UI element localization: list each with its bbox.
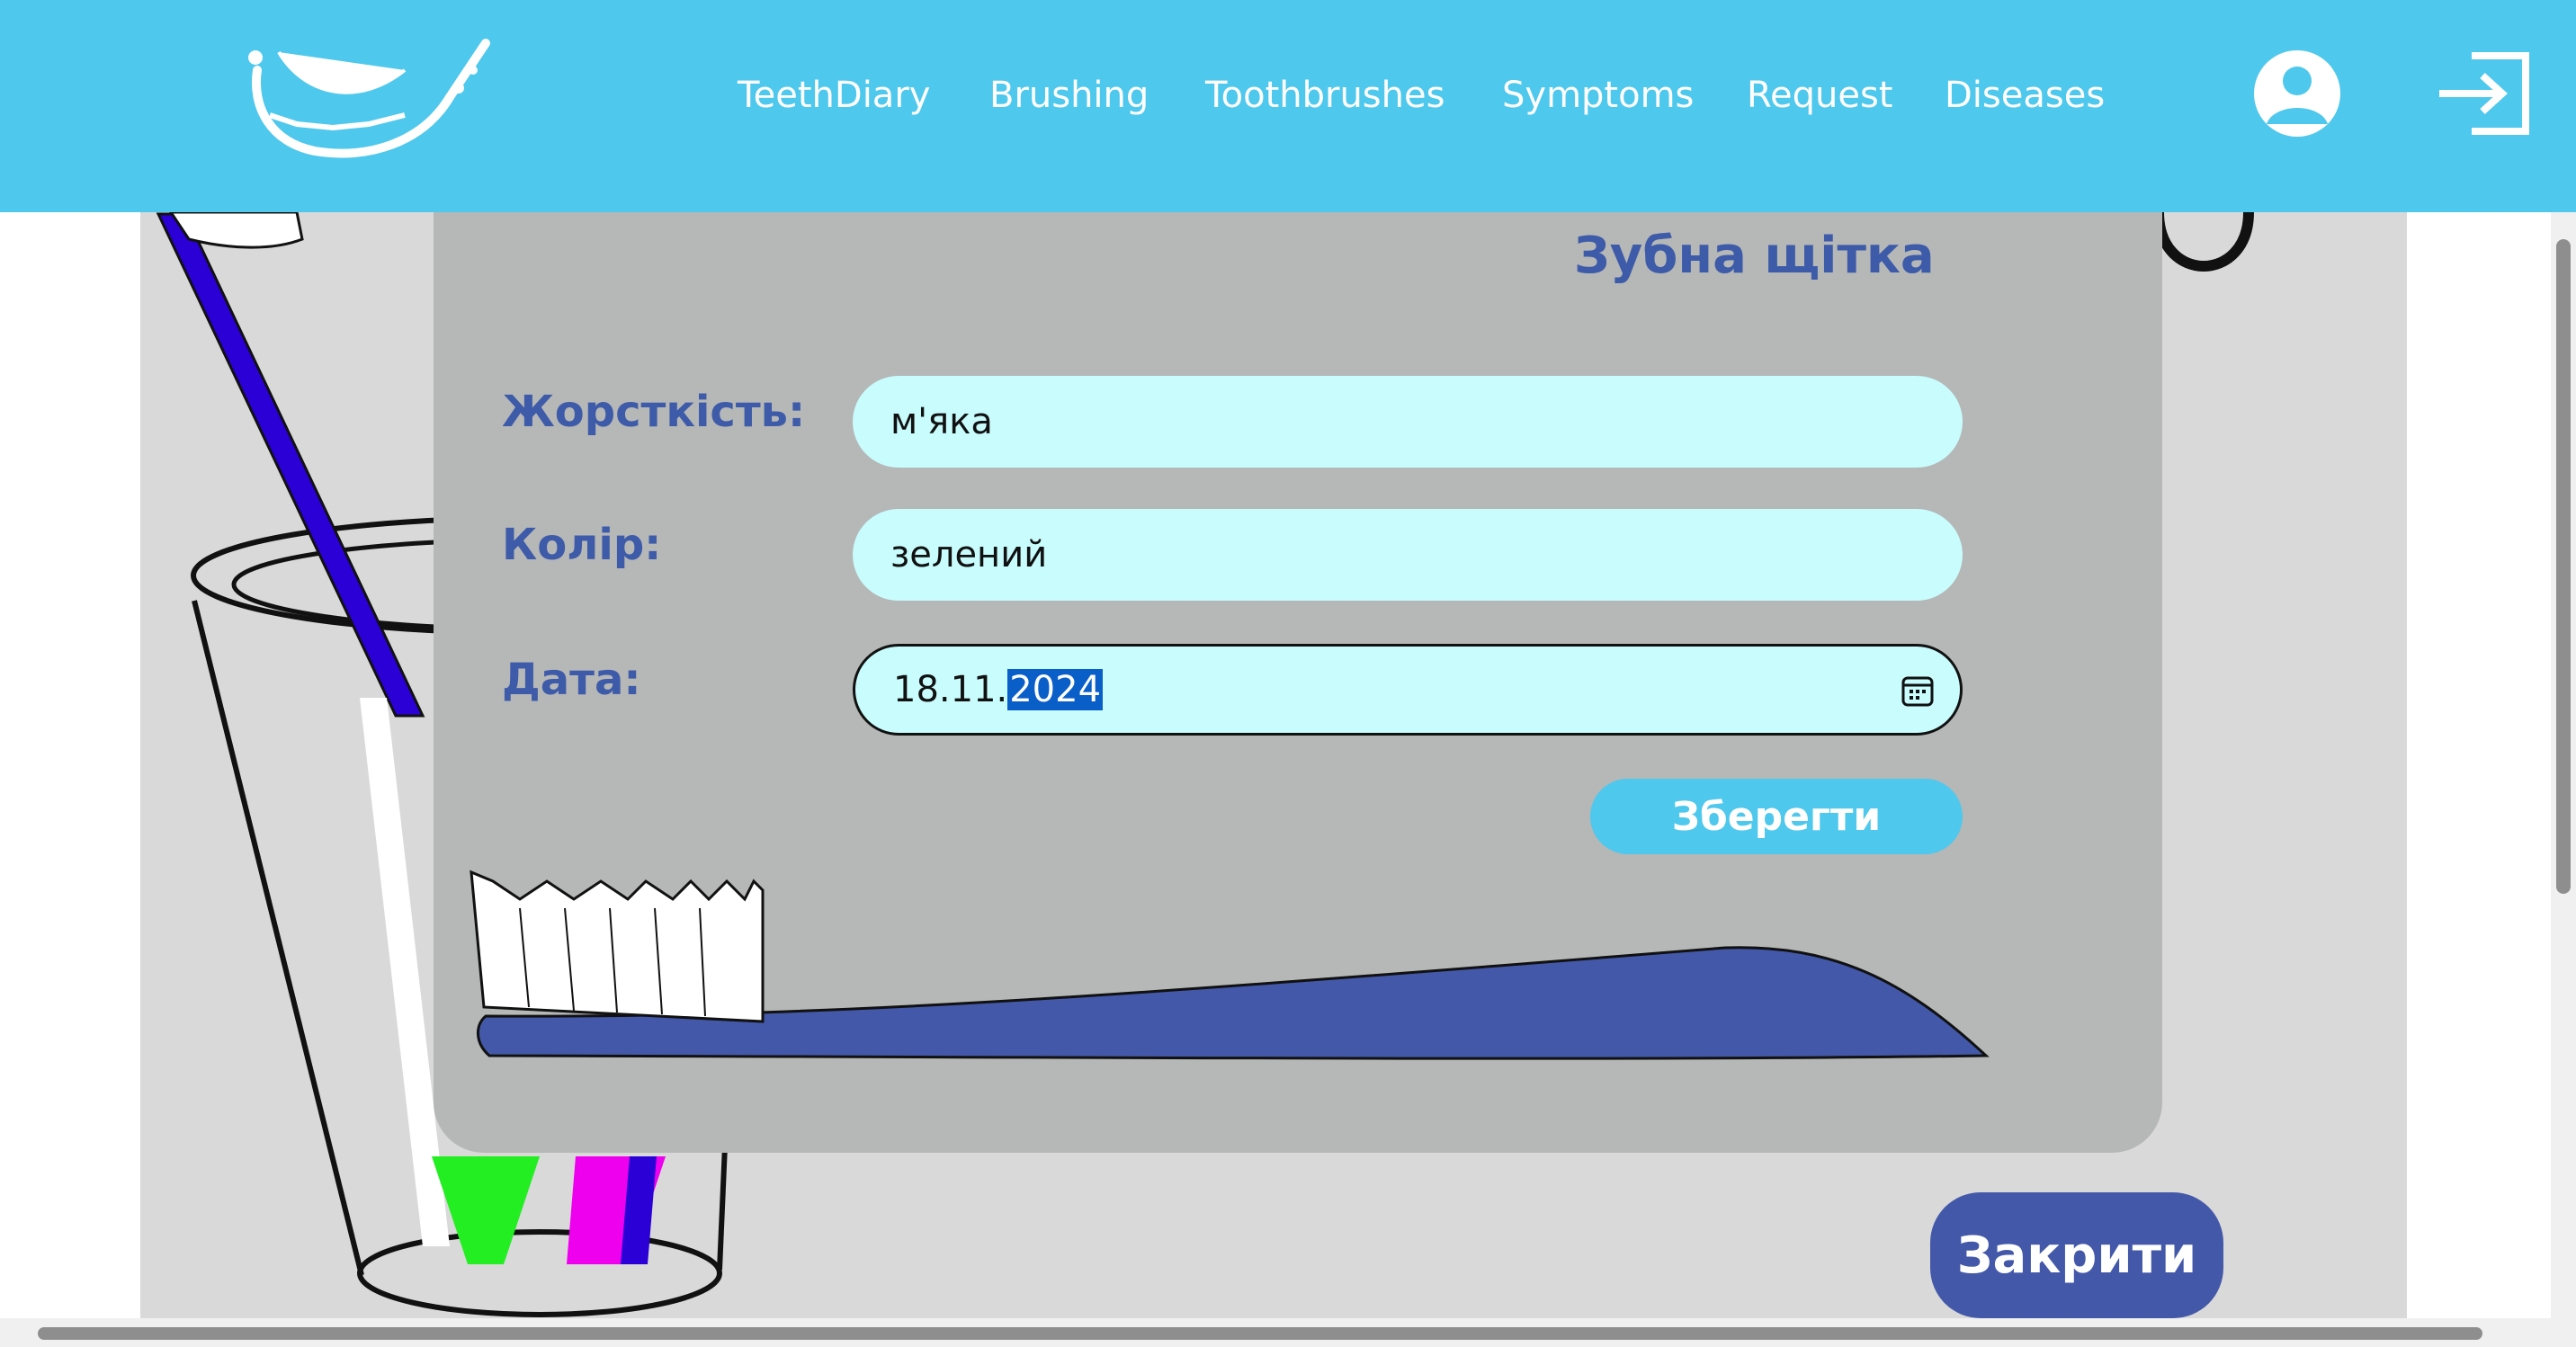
horizontal-scrollbar-thumb[interactable] bbox=[38, 1327, 2482, 1340]
hardness-input[interactable]: м'яка bbox=[853, 376, 1963, 468]
nav-teethdiary[interactable]: TeethDiary bbox=[738, 70, 930, 120]
user-icon[interactable] bbox=[2247, 49, 2348, 138]
close-button[interactable]: Закрити bbox=[1930, 1192, 2223, 1318]
date-value: 18.11.2024 bbox=[893, 669, 1104, 710]
tooth-smile-logo[interactable] bbox=[243, 34, 495, 160]
nav-symptoms[interactable]: Symptoms bbox=[1502, 70, 1694, 120]
nav-diseases[interactable]: Diseases bbox=[1945, 70, 2105, 120]
date-label: Дата: bbox=[502, 655, 641, 705]
hardness-label: Жорсткість: bbox=[502, 387, 806, 437]
date-value-prefix: 18.11. bbox=[893, 669, 1008, 710]
calendar-icon[interactable] bbox=[1901, 674, 1935, 708]
nav-toothbrushes[interactable]: Toothbrushes bbox=[1205, 70, 1445, 120]
vertical-scrollbar[interactable] bbox=[2551, 212, 2576, 1318]
vertical-scrollbar-thumb[interactable] bbox=[2556, 239, 2571, 894]
nav-request[interactable]: Request bbox=[1747, 70, 1892, 120]
logout-icon[interactable] bbox=[2432, 49, 2535, 138]
nav-brushing[interactable]: Brushing bbox=[989, 70, 1149, 120]
date-input[interactable]: 18.11.2024 bbox=[853, 644, 1963, 736]
horizontal-scrollbar[interactable] bbox=[0, 1318, 2576, 1347]
hardness-value: м'яка bbox=[890, 401, 993, 442]
color-value: зелений bbox=[890, 534, 1048, 575]
color-label: Колір: bbox=[502, 520, 662, 570]
toothbrush-preview-icon bbox=[470, 870, 1990, 1060]
color-input[interactable]: зелений bbox=[853, 509, 1963, 601]
date-value-selected: 2024 bbox=[1007, 669, 1104, 710]
top-navigation-bar: TeethDiary Brushing Toothbrushes Symptom… bbox=[0, 0, 2576, 212]
modal-title: Зубна щітка bbox=[1574, 227, 1935, 285]
